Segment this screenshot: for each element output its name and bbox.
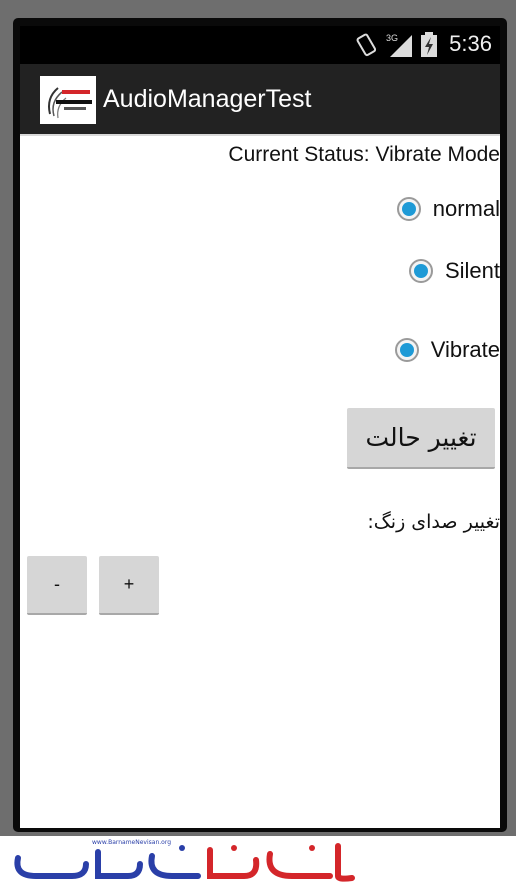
radio-label: Vibrate xyxy=(430,337,500,362)
ringer-volume-label: تغییر صدای زنگ: xyxy=(367,511,500,533)
main-content: Current Status: Vibrate Mode normal Sile… xyxy=(20,134,500,828)
radio-button-icon[interactable] xyxy=(408,259,433,283)
radio-label: Silent xyxy=(444,258,500,283)
app-title: AudioManagerTest xyxy=(103,85,312,113)
status-time: 5:36 xyxy=(449,31,492,56)
svg-text:3G: 3G xyxy=(386,33,398,43)
svg-text:www.BarnameNevisan.org: www.BarnameNevisan.org xyxy=(92,839,171,846)
status-bar: 3G 5:36 xyxy=(20,26,500,64)
change-mode-button[interactable]: تغییر حالت xyxy=(347,408,495,469)
radio-button-icon[interactable] xyxy=(396,197,421,221)
volume-up-button[interactable]: + xyxy=(99,556,159,615)
brand-logo: www.BarnameNevisan.org xyxy=(14,839,355,882)
signal-3g-icon: 3G xyxy=(386,33,412,57)
radio-silent[interactable]: Silent xyxy=(408,254,500,288)
volume-down-button[interactable]: - xyxy=(27,556,87,615)
radio-button-icon[interactable] xyxy=(394,338,419,362)
current-status-text: Current Status: Vibrate Mode xyxy=(228,143,500,166)
radio-vibrate[interactable]: Vibrate xyxy=(394,333,500,367)
radio-normal[interactable]: normal xyxy=(396,192,500,226)
screen-rotation-icon xyxy=(356,33,377,57)
action-bar: AudioManagerTest xyxy=(20,64,500,134)
battery-icon xyxy=(421,32,437,57)
radio-label: normal xyxy=(432,196,500,221)
app-logo-icon[interactable] xyxy=(40,76,96,124)
